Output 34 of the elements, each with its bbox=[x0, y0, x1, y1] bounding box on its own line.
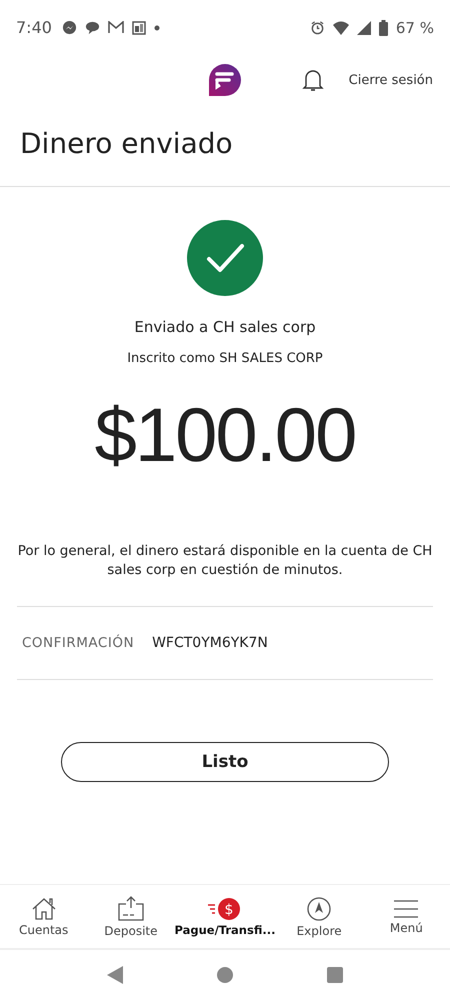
menu-icon bbox=[392, 898, 420, 918]
confirmation-number: WFCT0YM6YK7N bbox=[152, 635, 268, 651]
recipient-text: Enviado a CH sales corp bbox=[134, 318, 316, 336]
news-icon bbox=[132, 20, 146, 34]
nav-tab[interactable]: Menú bbox=[362, 885, 450, 948]
alarm-icon bbox=[310, 20, 325, 35]
notification-bell-icon[interactable] bbox=[302, 68, 324, 92]
enrolled-name-text: Inscrito como SH SALES CORP bbox=[127, 351, 323, 366]
check-deposit-icon bbox=[116, 896, 145, 922]
availability-note: Por lo general, el dinero estará disponible en la cuenta de CH sales corp en cuestión de minutos. bbox=[16, 542, 434, 580]
confirmation-label: CONFIRMACIÓN bbox=[22, 635, 134, 651]
mail-icon bbox=[108, 21, 124, 34]
success-check-icon bbox=[187, 220, 263, 296]
amount-text: $100.00 bbox=[94, 392, 356, 480]
home-icon[interactable] bbox=[217, 967, 233, 983]
nav-tab[interactable]: $ Pague/Transfi... bbox=[174, 885, 276, 948]
nav-tab[interactable]: Explore bbox=[275, 885, 363, 948]
chat-icon bbox=[84, 20, 100, 35]
wifi-icon bbox=[332, 20, 349, 34]
compass-icon bbox=[306, 896, 332, 922]
battery-icon bbox=[378, 20, 388, 36]
battery-percent: 67 % bbox=[396, 18, 434, 36]
page-title: Dinero enviado bbox=[0, 105, 450, 187]
nav-tab[interactable]: Cuentas bbox=[0, 885, 88, 948]
nav-tab[interactable]: Deposite bbox=[87, 885, 174, 948]
house-icon bbox=[30, 896, 57, 920]
messenger-icon bbox=[62, 20, 77, 35]
dot-icon bbox=[154, 24, 160, 30]
signal-icon bbox=[356, 20, 371, 34]
status-time: 7:40 bbox=[16, 18, 52, 37]
chat-bubble-logo-icon bbox=[208, 63, 242, 97]
done-button[interactable]: Listo bbox=[61, 742, 389, 782]
back-icon[interactable] bbox=[107, 966, 123, 984]
logout-link[interactable]: Cierre sesión bbox=[348, 72, 433, 88]
